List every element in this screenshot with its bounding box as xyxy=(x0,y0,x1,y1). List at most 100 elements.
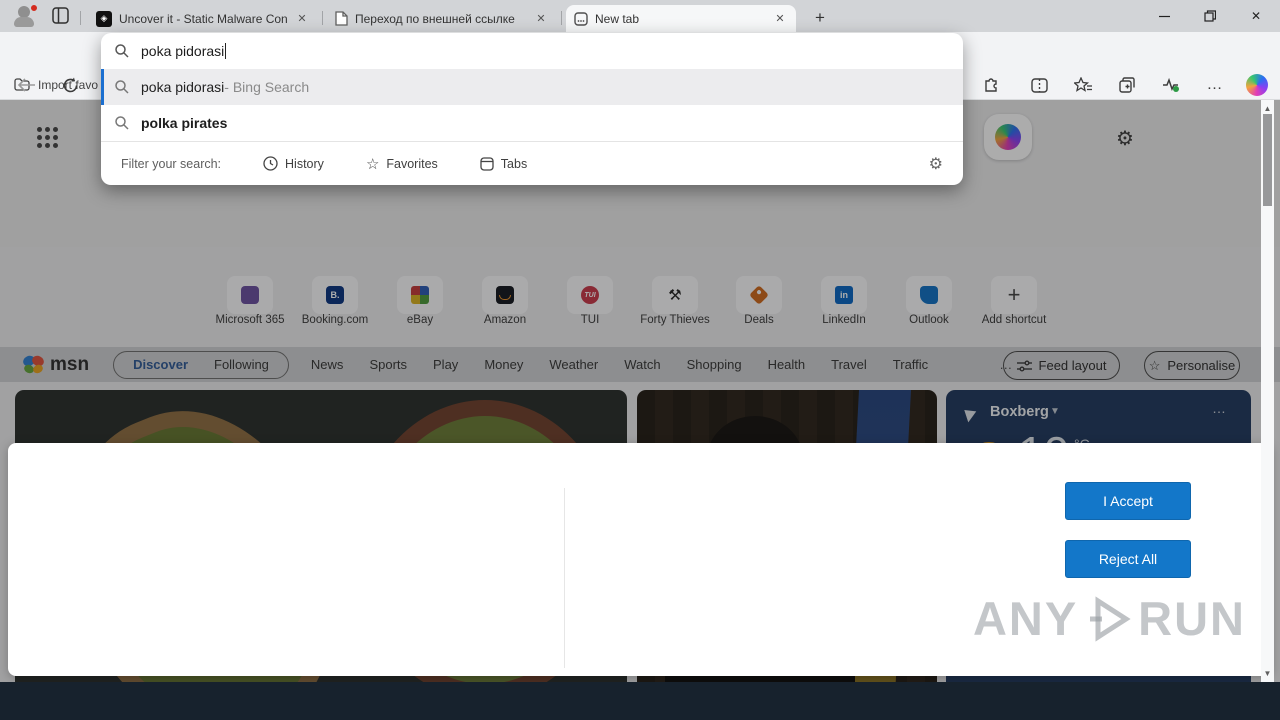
shortcut-forty-thieves[interactable]: ⚒ xyxy=(652,276,698,314)
personalise-star-icon: ☆ xyxy=(1148,357,1161,373)
shortcut-tui[interactable]: TUI xyxy=(567,276,613,314)
weather-location[interactable]: Boxberg xyxy=(990,404,1049,420)
shortcut-label: eBay xyxy=(406,314,434,326)
newtab-favicon xyxy=(574,11,588,26)
avatar-body xyxy=(14,17,34,27)
filter-favorites[interactable]: ☆ Favorites xyxy=(366,155,438,173)
page-settings-gear-icon[interactable]: ⚙ xyxy=(1116,126,1134,151)
app-launcher-icon[interactable] xyxy=(37,127,58,148)
nav-health[interactable]: Health xyxy=(768,357,806,372)
reject-all-button[interactable]: Reject All xyxy=(1065,540,1191,578)
shortcut-booking[interactable]: B. xyxy=(312,276,358,314)
shortcut-deals[interactable] xyxy=(736,276,782,314)
restore-button[interactable] xyxy=(1187,0,1233,32)
shortcut-linkedin[interactable]: in xyxy=(821,276,867,314)
favorites-icon[interactable] xyxy=(1071,73,1095,97)
split-screen-icon[interactable] xyxy=(1027,73,1051,97)
feed-layout-button[interactable]: Feed layout xyxy=(1003,351,1120,380)
scrollbar-thumb[interactable] xyxy=(1263,114,1272,206)
forty-thieves-icon: ⚒ xyxy=(668,287,682,304)
microsoft365-icon xyxy=(241,286,259,304)
tab-title: New tab xyxy=(595,11,640,26)
chevron-down-icon[interactable]: ▼ xyxy=(1050,406,1060,417)
selection-accent-bar xyxy=(101,69,104,105)
personalise-button[interactable]: ☆ Personalise xyxy=(1144,351,1240,380)
weather-menu-button[interactable]: … xyxy=(1212,400,1227,416)
nav-watch[interactable]: Watch xyxy=(624,357,660,372)
anyrun-play-icon xyxy=(1090,595,1131,642)
suggestion-bing-search[interactable]: poka pidorasi - Bing Search xyxy=(101,69,963,105)
nav-money[interactable]: Money xyxy=(484,357,523,372)
copilot-toolbar-icon[interactable] xyxy=(1245,73,1269,97)
tab-title: Uncover it - Static Malware Confi xyxy=(119,11,287,26)
nav-sports[interactable]: Sports xyxy=(369,357,407,372)
shortcut-microsoft365[interactable] xyxy=(227,276,273,314)
tab-external-link[interactable]: Переход по внешней ссылке ✕ xyxy=(327,5,557,32)
nav-weather[interactable]: Weather xyxy=(549,357,598,372)
tab-title: Переход по внешней ссылке xyxy=(355,11,515,26)
sliders-icon xyxy=(1016,360,1032,371)
history-clock-icon xyxy=(263,156,278,171)
nav-following[interactable]: Following xyxy=(214,357,269,372)
filter-history[interactable]: History xyxy=(263,156,324,171)
address-input-text[interactable]: poka pidorasi xyxy=(141,43,224,59)
nav-traffic[interactable]: Traffic xyxy=(893,357,928,372)
workspaces-icon[interactable] xyxy=(52,7,69,24)
browser-essentials-icon[interactable] xyxy=(1159,73,1183,97)
outlook-icon xyxy=(920,286,938,304)
address-bar[interactable]: poka pidorasi xyxy=(101,33,963,69)
close-window-button[interactable]: ✕ xyxy=(1233,0,1279,32)
page-scrollbar[interactable]: ▲ ▼ xyxy=(1261,100,1274,682)
discover-following-pill: Discover Following xyxy=(113,350,289,379)
tab-close-icon[interactable]: ✕ xyxy=(294,12,310,25)
shortcut-label: TUI xyxy=(580,314,600,326)
tab-close-icon[interactable]: ✕ xyxy=(533,12,549,25)
collections-icon[interactable] xyxy=(1115,73,1139,97)
amazon-icon xyxy=(496,286,514,304)
refresh-button[interactable] xyxy=(58,73,82,97)
tui-icon: TUI xyxy=(581,286,599,304)
suggestion-suffix: - Bing Search xyxy=(224,79,310,95)
copilot-button[interactable] xyxy=(984,114,1032,160)
shortcut-label: Amazon xyxy=(483,314,527,326)
ebay-icon xyxy=(411,286,429,304)
extensions-icon[interactable] xyxy=(979,73,1003,97)
dropdown-settings-gear-icon[interactable]: ⚙ xyxy=(929,154,943,174)
shortcut-label: Outlook xyxy=(909,314,949,326)
shortcut-outlook[interactable] xyxy=(906,276,952,314)
msn-logo[interactable]: msn xyxy=(20,354,89,376)
shortcut-ebay[interactable] xyxy=(397,276,443,314)
tab-new-tab[interactable]: New tab ✕ xyxy=(566,5,796,32)
shortcut-label: Booking.com xyxy=(301,314,369,326)
scroll-up-icon[interactable]: ▲ xyxy=(1261,104,1274,113)
back-button[interactable] xyxy=(14,73,38,97)
star-icon: ☆ xyxy=(365,155,380,173)
tab-close-icon[interactable]: ✕ xyxy=(772,12,788,25)
nav-shopping[interactable]: Shopping xyxy=(687,357,742,372)
feed-layout-label: Feed layout xyxy=(1038,358,1107,373)
page-favicon xyxy=(335,11,348,26)
accept-button[interactable]: I Accept xyxy=(1065,482,1191,520)
tabs-icon xyxy=(480,156,494,171)
booking-icon: B. xyxy=(326,286,344,304)
nav-news[interactable]: News xyxy=(311,357,344,372)
search-icon xyxy=(115,116,129,130)
nav-discover[interactable]: Discover xyxy=(133,357,188,372)
nav-travel[interactable]: Travel xyxy=(831,357,867,372)
suggestion-text: polka pirates xyxy=(141,115,228,131)
minimize-button[interactable] xyxy=(1141,0,1187,32)
filter-tabs[interactable]: Tabs xyxy=(480,157,527,171)
nav-play[interactable]: Play xyxy=(433,357,458,372)
search-icon xyxy=(115,80,129,94)
deals-icon xyxy=(749,285,769,305)
browser-titlebar: ◈ Uncover it - Static Malware Confi ✕ Пе… xyxy=(0,0,1280,32)
tab-uncover-it[interactable]: ◈ Uncover it - Static Malware Confi ✕ xyxy=(88,5,318,32)
settings-menu-icon[interactable]: … xyxy=(1203,73,1227,97)
profile-avatar[interactable] xyxy=(12,4,38,28)
add-shortcut-button[interactable]: + xyxy=(991,276,1037,314)
anyrun-watermark: ANY RUN xyxy=(972,592,1246,645)
suggestion-polka-pirates[interactable]: polka pirates xyxy=(101,105,963,141)
shortcut-amazon[interactable] xyxy=(482,276,528,314)
scroll-down-icon[interactable]: ▼ xyxy=(1261,669,1274,678)
new-tab-button[interactable]: + xyxy=(808,6,832,30)
